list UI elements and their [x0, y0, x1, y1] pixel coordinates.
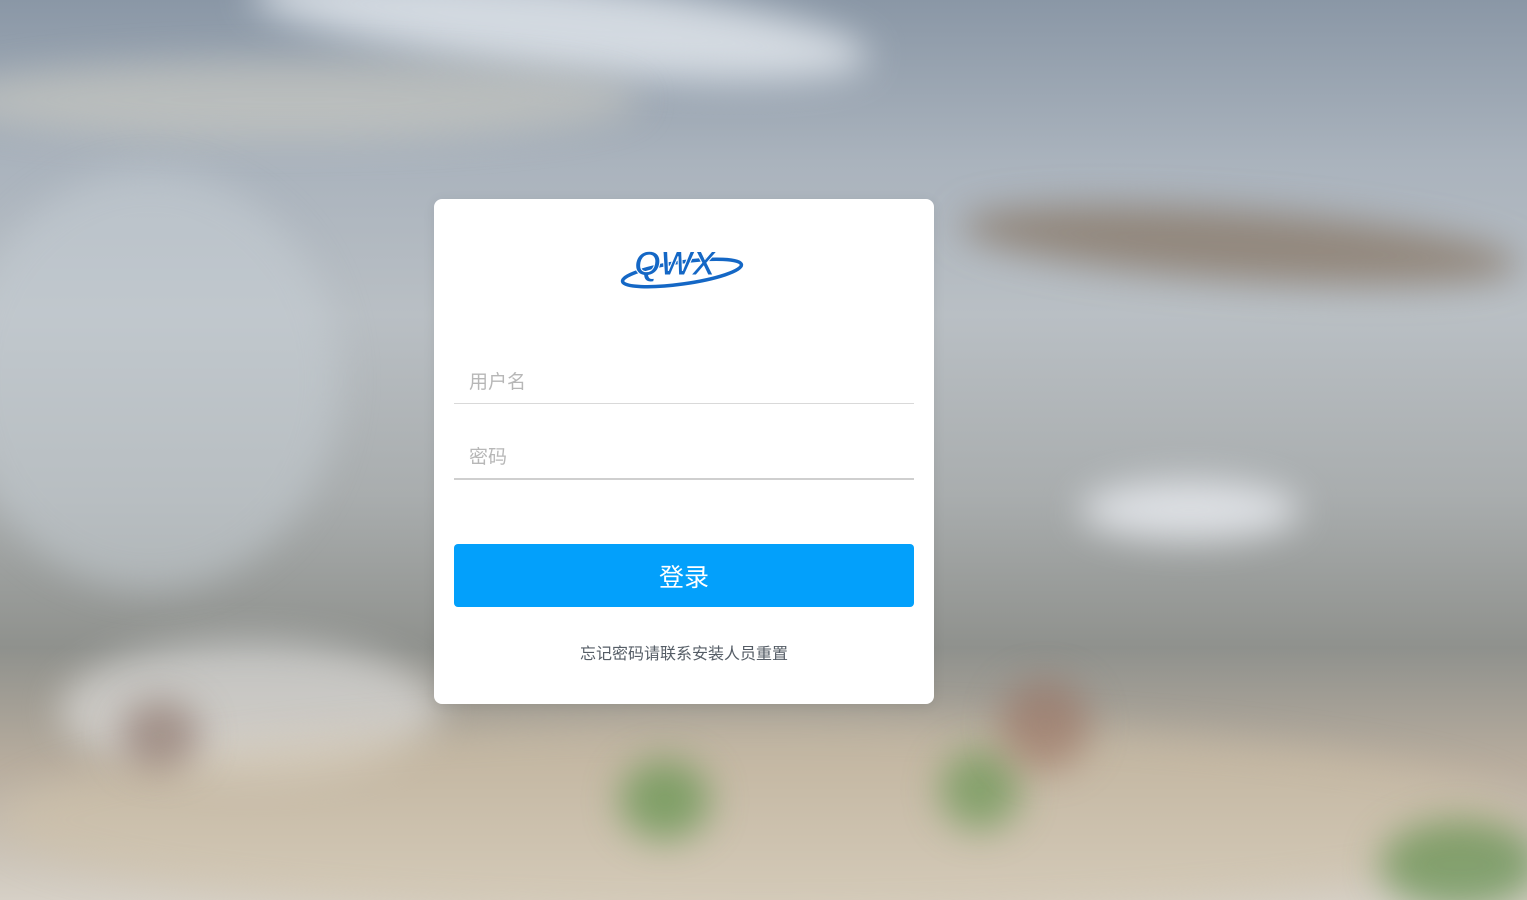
login-button[interactable]: 登录	[454, 544, 914, 607]
qwx-logo-icon: QWX	[620, 245, 744, 289]
password-input[interactable]	[454, 436, 914, 480]
forgot-password-hint: 忘记密码请联系安装人员重置	[579, 644, 788, 663]
logo-text: QWX	[634, 245, 718, 283]
login-card: QWX 登录 忘记密码请联系安装人员重置	[434, 199, 934, 704]
username-input[interactable]	[454, 360, 914, 404]
qwx-logo: QWX	[620, 243, 748, 293]
